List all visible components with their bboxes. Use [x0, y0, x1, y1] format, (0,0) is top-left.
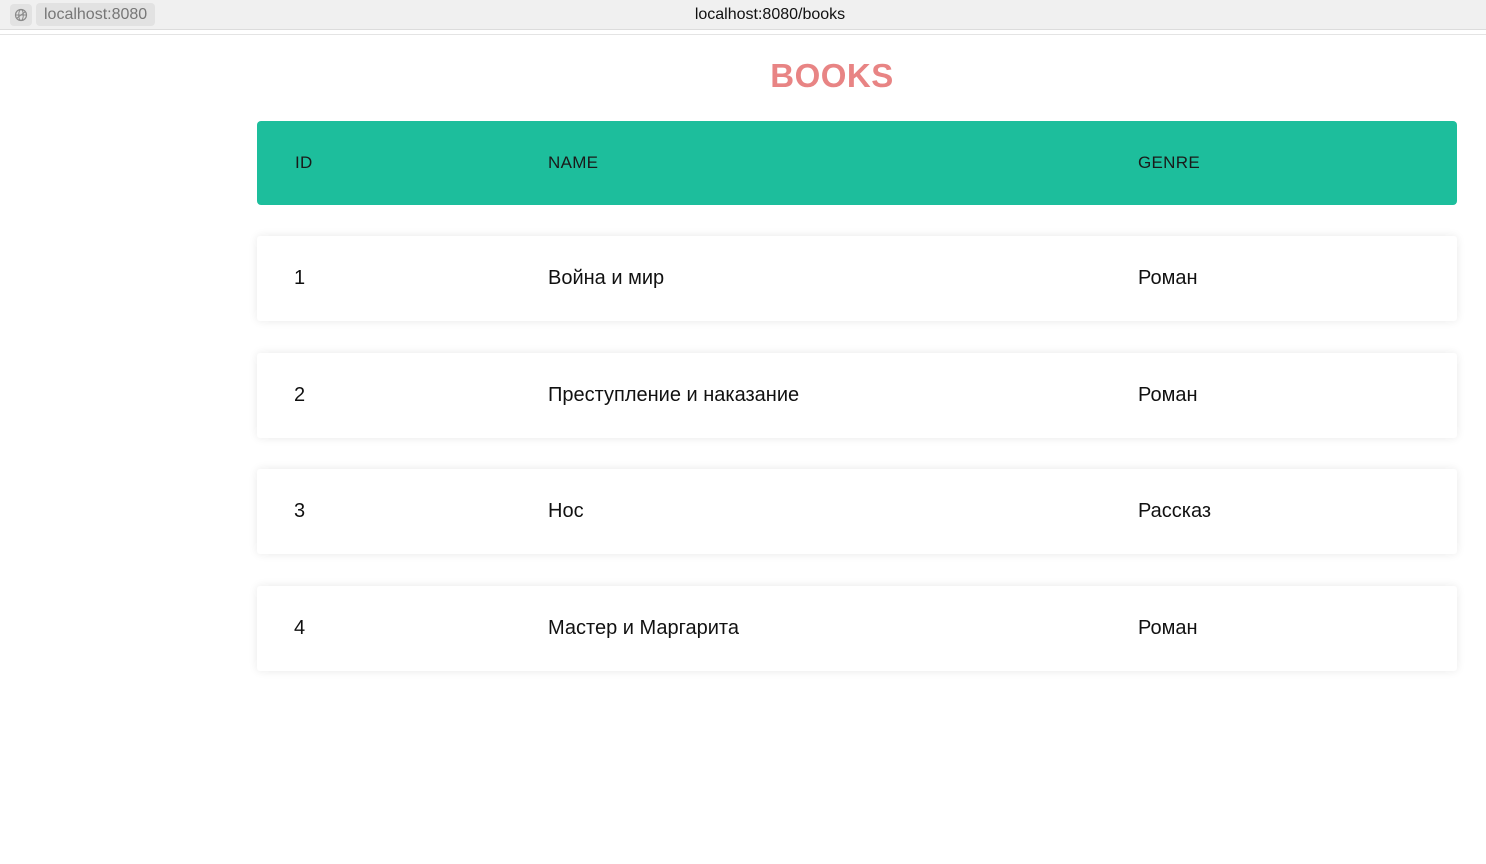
cell-genre: Рассказ [1138, 500, 1212, 522]
address-bar: localhost:8080/books [0, 0, 1486, 30]
cell-name: Нос [548, 500, 584, 522]
cell-name: Война и мир [548, 267, 665, 289]
cell-id: 1 [294, 267, 306, 289]
cell-genre: Роман [1138, 384, 1198, 406]
cell-name: Преступление и наказание [548, 384, 800, 406]
cell-name: Мастер и Маргарита [548, 617, 739, 639]
table-row: 2 Преступление и наказание Роман [257, 353, 1457, 438]
browser-bar: localhost:8080 localhost:8080/books [0, 0, 1486, 30]
table-row: 1 Война и мир Роман [257, 236, 1457, 321]
table-row: 4 Мастер и Маргарита Роман [257, 586, 1457, 671]
cell-genre: Роман [1138, 617, 1198, 639]
cell-id: 2 [294, 384, 306, 406]
globe-icon[interactable] [10, 3, 32, 26]
column-header-name: NAME [548, 153, 599, 172]
address-url[interactable]: localhost:8080/books [695, 6, 845, 23]
divider [0, 34, 1486, 35]
column-header-id: ID [295, 153, 313, 172]
page-title: BOOKS [770, 57, 894, 94]
cell-genre: Роман [1138, 267, 1198, 289]
table-header: ID NAME GENRE [257, 121, 1457, 205]
table-row: 3 Нос Рассказ [257, 469, 1457, 554]
column-header-genre: GENRE [1138, 153, 1200, 172]
site-info-chip[interactable]: localhost:8080 [10, 3, 156, 26]
cell-id: 4 [294, 617, 306, 639]
cell-id: 3 [294, 500, 306, 522]
site-label[interactable]: localhost:8080 [36, 3, 156, 26]
